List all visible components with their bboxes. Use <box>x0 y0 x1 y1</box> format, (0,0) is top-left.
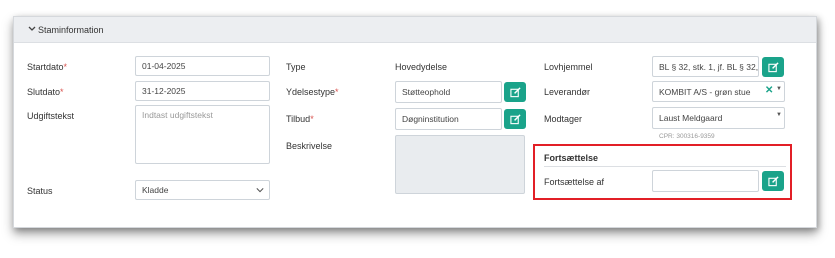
caret-down-icon[interactable]: ▼ <box>776 112 782 118</box>
beskrivelse-label: Beskrivelse <box>286 141 333 151</box>
modtager-cpr: CPR: 300316-9359 <box>659 133 715 140</box>
modtager-select[interactable]: Laust Meldgaard <box>652 107 785 129</box>
status-select[interactable]: Kladde <box>135 180 270 200</box>
edit-icon <box>509 86 521 97</box>
ydelsestype-label: Ydelsestype* <box>286 87 339 97</box>
chevron-down-icon[interactable] <box>26 24 38 34</box>
slutdato-input[interactable]: 31-12-2025 <box>135 81 270 101</box>
udgiftstekst-label: Udgiftstekst <box>27 111 75 121</box>
slutdato-label: Slutdato* <box>27 87 64 97</box>
edit-icon <box>509 113 521 124</box>
lovhjemmel-label: Lovhjemmel <box>544 62 593 72</box>
type-value: Hovedydelse <box>395 62 448 72</box>
startdato-input[interactable]: 01-04-2025 <box>135 56 270 76</box>
edit-icon <box>767 61 779 72</box>
tilbud-label: Tilbud* <box>286 114 314 124</box>
leverandor-label: Leverandør <box>544 87 591 97</box>
type-label: Type <box>286 62 306 72</box>
lovhjemmel-edit-button[interactable] <box>762 57 784 77</box>
modtager-label: Modtager <box>544 114 583 124</box>
panel-title: Staminformation <box>38 25 104 35</box>
chevron-down-icon <box>256 188 264 193</box>
panel-header[interactable]: Staminformation <box>14 17 816 43</box>
tilbud-edit-button[interactable] <box>504 109 526 129</box>
highlight-frame <box>533 144 792 200</box>
startdato-label: Startdato* <box>27 62 68 72</box>
lovhjemmel-input[interactable]: BL § 32, stk. 1, jf. BL § 32, s <box>652 56 759 77</box>
clear-x-icon[interactable]: ✕ <box>765 85 773 96</box>
udgiftstekst-textarea[interactable]: Indtast udgiftstekst <box>135 105 270 164</box>
ydelsestype-input[interactable]: Støtteophold <box>395 81 502 103</box>
caret-down-icon[interactable]: ▼ <box>776 86 782 92</box>
ydelsestype-edit-button[interactable] <box>504 82 526 102</box>
beskrivelse-field[interactable] <box>395 135 525 194</box>
tilbud-input[interactable]: Døgninstitution <box>395 108 502 130</box>
status-label: Status <box>27 186 53 196</box>
